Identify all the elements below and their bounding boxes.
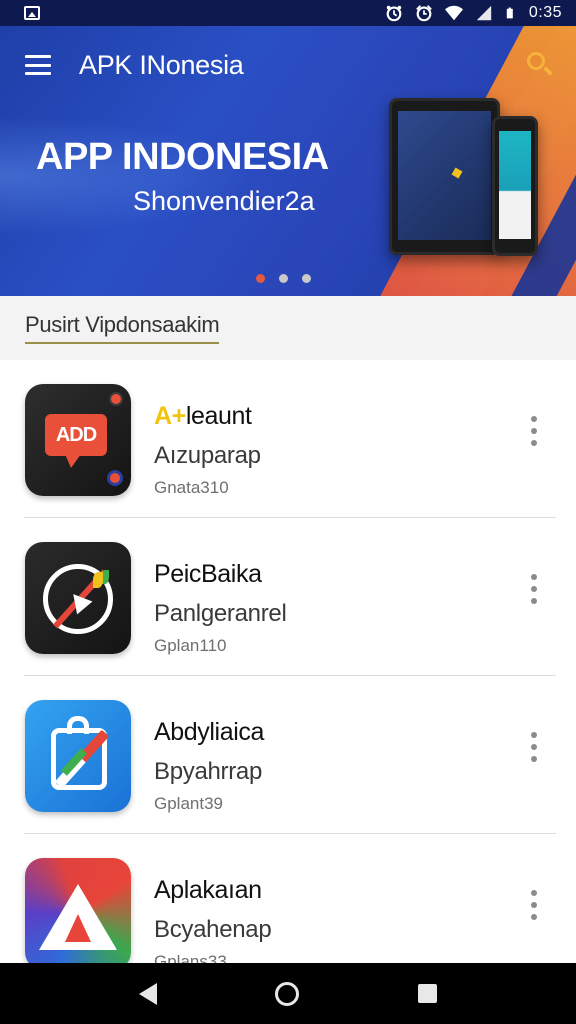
app-name: Abdyliaica [154,718,264,746]
compass-clipboard-icon[interactable] [25,700,131,812]
list-item[interactable]: ADD A+leaunt Aızuparap Gnata310 [0,360,576,518]
banner-subtitle: Shonvendier2a [133,186,315,216]
app-title: APK INonesia [79,49,244,80]
pagination-dot[interactable] [279,274,288,283]
wifi-icon [444,5,463,21]
alarm-clock-icon [416,5,432,22]
more-vert-icon[interactable] [530,574,538,604]
more-vert-icon[interactable] [530,416,538,446]
app-list: ADD A+leaunt Aızuparap Gnata310 PeicBaik… [0,360,576,992]
app-meta: Gplant39 [154,794,223,813]
search-icon[interactable] [526,51,554,79]
app-category: Aızuparap [154,442,261,469]
chat-bubble-icon[interactable]: ADD [25,384,131,496]
clock-time: 0:35 [528,4,562,21]
system-nav-bar [0,963,576,1024]
app-name: A+leaunt [154,402,252,430]
banner-pagination [256,274,311,283]
app-bar: APK INonesia [0,26,576,104]
list-item[interactable]: Abdyliaica Bpyahrrap Gplant39 [0,676,576,834]
back-triangle-icon[interactable] [139,982,158,1005]
status-bar: 0:35 [0,0,576,26]
section-header: Pusirt Vipdonsaakim [0,296,576,360]
letter-a-triangle-icon[interactable] [25,858,131,970]
more-vert-icon[interactable] [530,732,538,762]
app-meta: Gplan110 [154,636,227,655]
app-meta: Gnata310 [154,478,229,497]
more-vert-icon[interactable] [530,890,538,920]
list-item[interactable]: PeicBaika Panlgeranrel Gplan110 [0,518,576,676]
alarm-icon [386,5,402,22]
signal-icon [476,5,492,21]
no-entry-compass-icon[interactable] [25,542,131,654]
section-title[interactable]: Pusirt Vipdonsaakim [25,312,220,344]
app-name: Aplakaıan [154,876,262,904]
phone-illustration-back [492,116,538,256]
app-category: Panlgeranrel [154,600,287,627]
image-notification-icon [24,6,40,20]
recents-square-icon[interactable] [417,984,437,1003]
hamburger-menu-icon[interactable] [25,55,51,75]
app-category: Bcyahenap [154,916,272,943]
pagination-dot-active[interactable] [256,274,265,283]
banner-headline: APP INDONESIA [36,136,329,178]
battery-icon [506,7,513,19]
phone-illustration-front [389,98,500,255]
app-name: PeicBaika [154,560,262,588]
pagination-dot[interactable] [302,274,311,283]
home-circle-icon[interactable] [275,981,300,1006]
app-category: Bpyahrrap [154,758,263,785]
